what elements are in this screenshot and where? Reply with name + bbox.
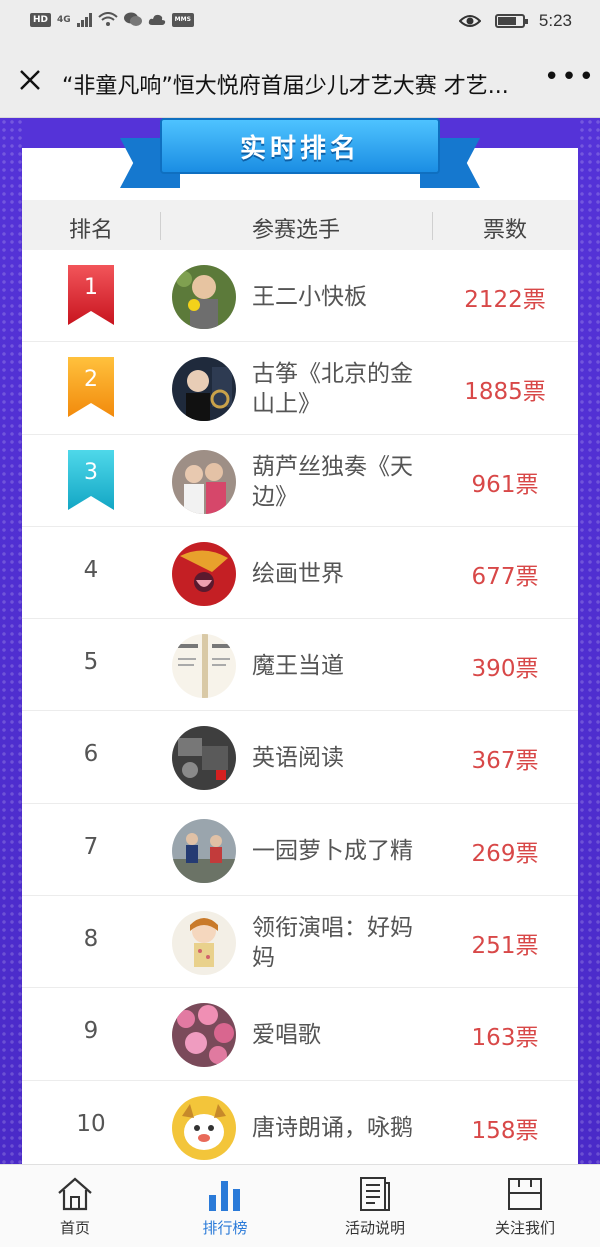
document-icon [360,1177,390,1211]
close-icon [20,70,40,90]
rank-number: 4 [83,556,99,583]
ribbon-body: 实时排名 [160,118,440,174]
avatar [172,1095,236,1160]
rank-number: 6 [83,741,99,768]
player-name: 英语阅读 [252,745,344,772]
avatar [172,541,236,606]
status-bar: HD 4G MMS 5:23 [0,0,600,44]
home-icon [58,1177,92,1211]
rank-number: 2 [84,367,98,393]
nav-label: 关注我们 [494,1219,555,1237]
table-row[interactable]: 6 英语阅读 367票 [22,711,578,804]
player-name: 一园萝卜成了精 [252,837,413,864]
vote-count: 158票 [471,1117,539,1144]
vote-count: 163票 [471,1025,539,1052]
table-row[interactable]: 8 领衔演唱：好妈妈 251票 [22,896,578,989]
hd-badge: HD [30,12,52,27]
status-right: 5:23 [458,11,572,31]
table-row[interactable]: 5 魔王当道 390票 [22,619,578,712]
table-row[interactable]: 7 一园萝卜成了精 269票 [22,804,578,897]
player-name: 绘画世界 [252,560,344,587]
signal-icon [76,12,92,27]
status-left: HD 4G MMS [30,12,194,27]
player-name: 王二小快板 [252,284,367,310]
vote-count: 269票 [471,840,539,867]
nav-label: 活动说明 [344,1219,405,1237]
avatar [172,449,236,514]
battery-icon [494,14,528,28]
avatar [172,911,236,976]
player-name: 魔王当道 [252,653,344,680]
nav-activity-info[interactable]: 活动说明 [300,1165,450,1247]
avatar [172,726,236,791]
bar-chart-icon [209,1181,240,1211]
nav-label: 排行榜 [202,1219,248,1237]
page-title: “非童凡响”恒大悦府首届少儿才艺大赛 才艺... [62,74,509,99]
rank-number: 5 [83,649,99,676]
header-votes: 票数 [482,218,527,243]
medal-red-icon: 1 [66,263,116,327]
vote-count: 961票 [471,471,539,498]
title-bar: “非童凡响”恒大悦府首届少儿才艺大赛 才艺... ••• [0,44,600,118]
nav-ranking[interactable]: 排行榜 [150,1165,300,1247]
vote-count: 677票 [471,563,539,590]
table-row[interactable]: 3 葫芦丝独奏《天边》 961票 [22,435,578,527]
table-row[interactable]: 9 爱唱歌 163票 [22,988,578,1081]
ranking-list: 1 王二小快板 2122票 2 古筝《北京的金山上》 1885票 3 葫芦丝独奏… [22,250,578,1164]
player-name: 爱唱歌 [252,1022,321,1049]
cloud-icon [148,14,165,25]
nav-follow-us[interactable]: 关注我们 [450,1165,600,1247]
clock: 5:23 [538,11,572,30]
medal-orange-icon: 2 [66,355,116,419]
rank-number: 7 [83,833,99,860]
rank-number: 9 [83,1018,99,1045]
vote-count: 367票 [471,748,539,775]
eye-icon [458,15,481,27]
table-row[interactable]: 4 绘画世界 677票 [22,527,578,620]
rank-number: 10 [76,1110,106,1137]
avatar [172,357,236,422]
player-name: 领衔演唱：好妈妈 [252,915,413,972]
player-name: 唐诗朗诵，咏鹅 [252,1114,413,1141]
header-player: 参赛选手 [251,218,340,243]
avatar [172,1003,236,1068]
table-row[interactable]: 1 王二小快板 2122票 [22,250,578,343]
table-header: 排名 参赛选手 票数 [22,200,578,250]
dot-pattern-right [578,118,600,1164]
vote-count: 390票 [471,656,539,683]
vote-count: 251票 [471,933,539,960]
avatar [172,265,236,329]
network-type: 4G [57,14,71,25]
player-name: 古筝《北京的金山上》 [252,361,413,418]
nav-label: 首页 [59,1219,90,1237]
bottom-navigation: 首页 排行榜 活动说明 关注我们 [0,1164,600,1247]
vote-count: 1885票 [464,379,546,406]
more-button[interactable]: ••• [544,64,594,90]
table-row[interactable]: 2 古筝《北京的金山上》 1885票 [22,342,578,435]
table-row[interactable]: 10 唐诗朗诵，咏鹅 158票 [22,1081,578,1164]
mms-icon: MMS [171,12,194,27]
close-button[interactable] [16,66,44,94]
wechat-icon [123,12,142,26]
vote-count: 2122票 [464,287,546,313]
avatar [172,634,236,699]
follow-icon [508,1178,542,1210]
banner-ribbon: 实时排名 [120,118,480,194]
rank-number: 8 [83,926,99,953]
medal-cyan-icon: 3 [66,448,116,512]
ranking-card: 排名 参赛选手 票数 1 王二小快板 2122票 2 古筝《北京的金山上》 18… [22,148,578,1164]
header-rank: 排名 [68,218,113,243]
rank-number: 3 [84,459,98,485]
wifi-icon [98,12,118,26]
player-name: 葫芦丝独奏《天边》 [252,453,413,510]
rank-number: 1 [84,275,98,300]
dot-pattern-left [0,118,22,1164]
banner-title: 实时排名 [239,134,360,164]
nav-home[interactable]: 首页 [0,1165,150,1247]
avatar [172,818,236,883]
